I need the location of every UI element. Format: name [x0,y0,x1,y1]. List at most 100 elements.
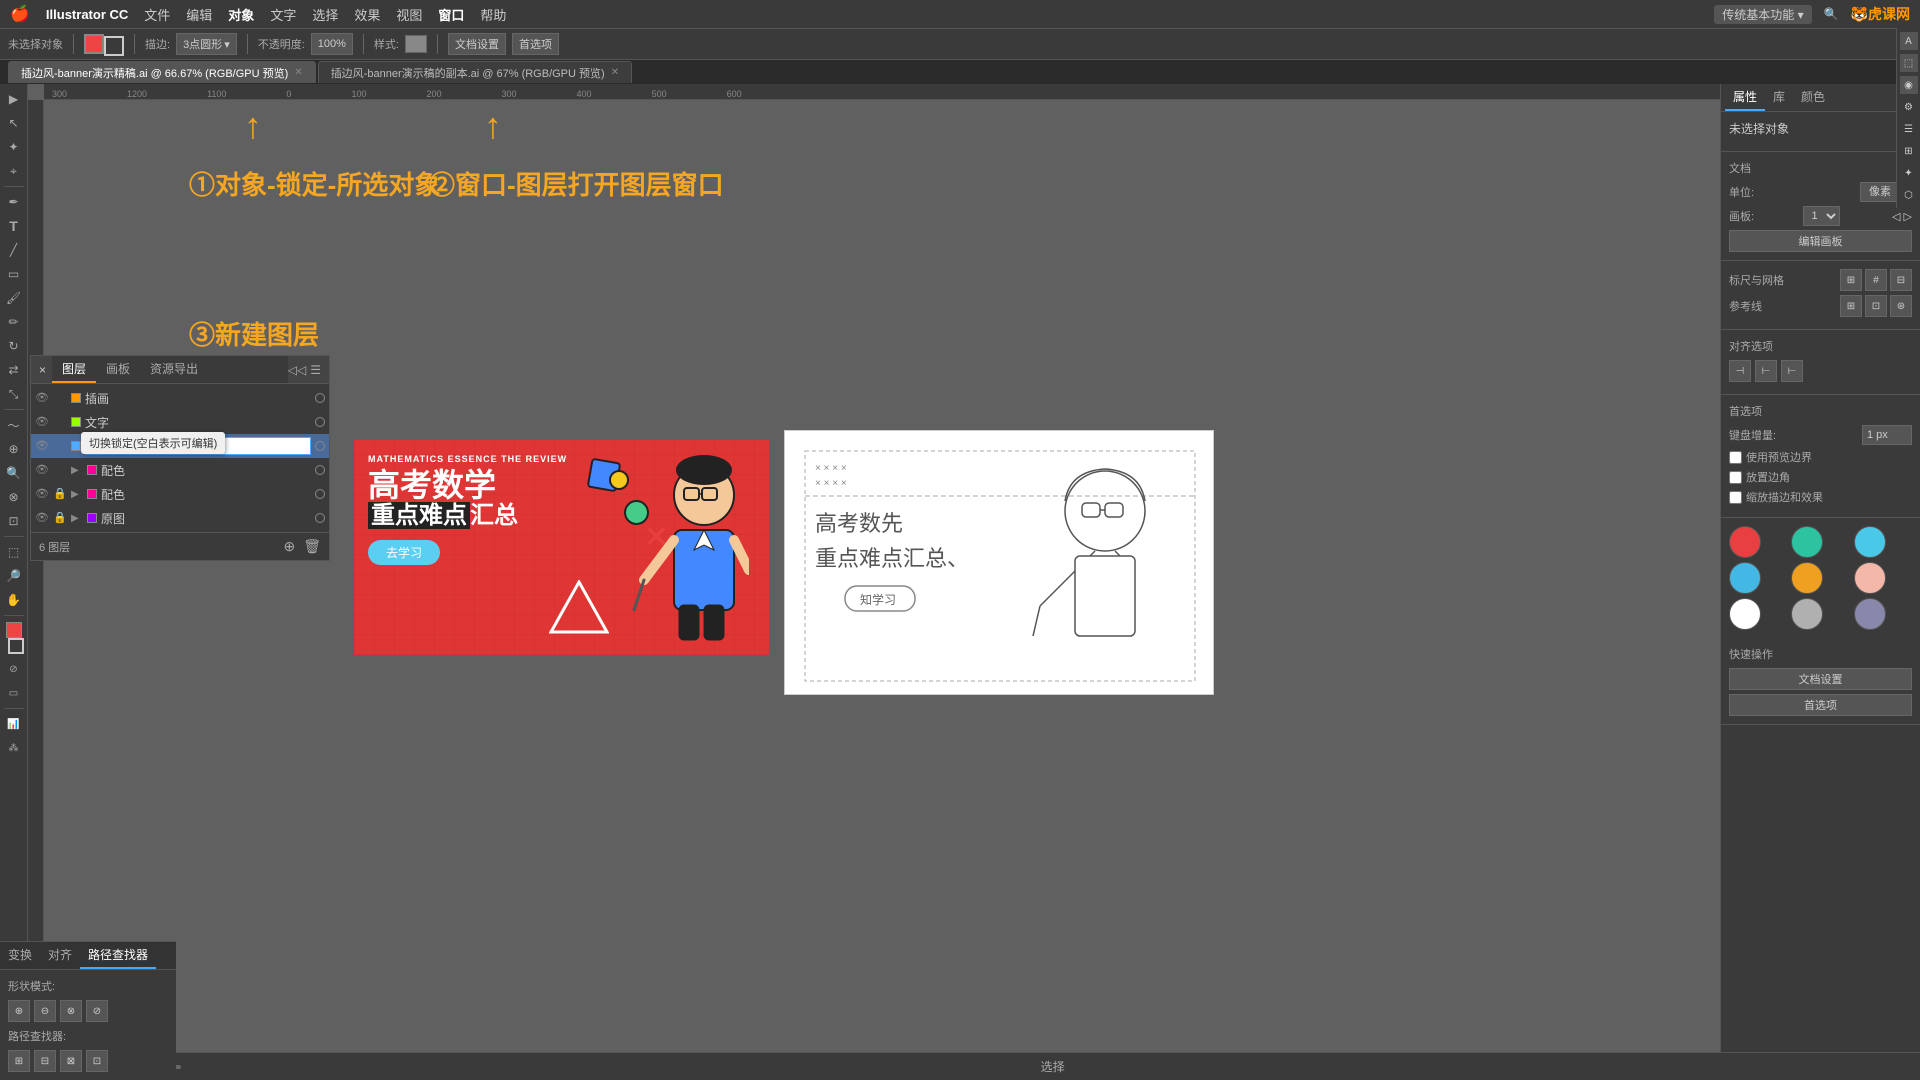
menu-text[interactable]: 文字 [270,5,296,24]
eye-original[interactable]: 👁 [35,511,49,525]
panel-icon-1[interactable]: A [1900,32,1918,50]
tab-file-2[interactable]: 插边风-banner演示稿的副本.ai @ 67% (RGB/GPU 预览) ✕ [318,61,632,83]
canvas-content[interactable]: ①对象-锁定-所选对象 ②窗口-图层打开图层窗口 ↑ ↑ ③新建图层 ↙ MAT… [44,100,1720,1052]
quick-doc-settings-btn[interactable]: 文档设置 [1729,668,1912,690]
warp-tool[interactable]: 〜 [3,414,25,436]
eye-text[interactable]: 👁 [35,415,49,429]
align-tab[interactable]: 对齐 [40,942,80,969]
new-layer-btn[interactable]: ⊕ [283,538,295,555]
pf-btn3[interactable]: ⊠ [60,1050,82,1072]
tab-1-close[interactable]: ✕ [294,67,302,78]
swatch-peach[interactable] [1854,562,1886,594]
lock-illustration[interactable] [53,391,67,405]
layer-circle-peise2[interactable] [315,489,325,499]
menu-object[interactable]: 对象 [228,5,254,24]
width-tool[interactable]: ⊕ [3,438,25,460]
layer-row-peise2[interactable]: 👁 🔒 ▶ 配色 [31,482,329,506]
panel-icon-5[interactable]: ☰ [1900,120,1918,138]
exclude-btn[interactable]: ⊘ [86,1000,108,1022]
quick-preferences-btn[interactable]: 首选项 [1729,694,1912,716]
screen-mode[interactable]: ▭ [3,682,25,704]
menu-window[interactable]: 窗口 [438,5,464,24]
menu-effect[interactable]: 效果 [354,5,380,24]
magic-wand-tool[interactable]: ✦ [3,136,25,158]
lock-editing[interactable] [53,439,67,453]
preferences-btn[interactable]: 首选项 [512,33,559,55]
tab-file-1[interactable]: 插边风-banner演示精稿.ai @ 66.67% (RGB/GPU 预览) … [8,61,316,83]
menu-select[interactable]: 选择 [312,5,338,24]
direct-select-tool[interactable]: ↖ [3,112,25,134]
panel-icon-7[interactable]: ✦ [1900,164,1918,182]
expand-peise1[interactable]: ▶ [71,465,83,476]
doc-settings-btn[interactable]: 文档设置 [448,33,506,55]
menu-view[interactable]: 视图 [396,5,422,24]
lock-peise2[interactable]: 🔒 [53,487,67,501]
layer-row-illustration[interactable]: 👁 插画 [31,386,329,410]
keyboard-increment-input[interactable] [1862,425,1912,445]
eye-editing[interactable]: 👁 [35,439,49,453]
layer-row-original[interactable]: 👁 🔒 ▶ 原图 [31,506,329,530]
layer-circle-peise1[interactable] [315,465,325,475]
zoom-tool[interactable]: 🔎 [3,565,25,587]
swatch-gray[interactable] [1791,598,1823,630]
layer-circle-original[interactable] [315,513,325,523]
slice-tool[interactable]: ⊡ [3,510,25,532]
banner-learn-btn[interactable]: 去学习 [368,540,440,565]
round-checkbox[interactable] [1729,471,1742,484]
transform-tab[interactable]: 变换 [0,942,40,969]
layer-circle-editing[interactable] [315,441,325,451]
panel-collapse[interactable]: ◁◁ [288,363,306,377]
swatch-blue[interactable] [1854,526,1886,558]
layer-row-text[interactable]: 👁 文字 [31,410,329,434]
align-center-h[interactable]: ⊢ [1755,360,1777,382]
layer-row-peise1[interactable]: 👁 ▶ 配色 [31,458,329,482]
align-left[interactable]: ⊣ [1729,360,1751,382]
menu-help[interactable]: 帮助 [480,5,506,24]
eyedropper-tool[interactable]: 🔍 [3,462,25,484]
pen-tool[interactable]: ✒ [3,191,25,213]
rp-tab-color[interactable]: 颜色 [1793,84,1833,111]
stroke-color-swatch[interactable] [8,638,24,654]
pathfinder-tab[interactable]: 路径查找器 [80,942,156,969]
rp-tab-properties[interactable]: 属性 [1725,84,1765,111]
layer-circle-text[interactable] [315,417,325,427]
color-mode-none[interactable]: ⊘ [3,658,25,680]
shape-tool[interactable]: ▭ [3,263,25,285]
pf-btn1[interactable]: ⊞ [8,1050,30,1072]
eye-peise2[interactable]: 👁 [35,487,49,501]
lp-tab-export[interactable]: 资源导出 [140,356,208,383]
stroke-color-btn[interactable] [104,36,124,56]
swatch-red[interactable] [1729,526,1761,558]
minus-btn[interactable]: ⊖ [34,1000,56,1022]
line-tool[interactable]: ╱ [3,239,25,261]
rp-tab-library[interactable]: 库 [1765,84,1793,111]
fill-color-btn[interactable] [84,34,104,54]
opacity-input[interactable]: 100% [311,33,353,55]
search-icon[interactable]: 🔍 [1824,7,1839,21]
tab-2-close[interactable]: ✕ [611,67,619,78]
swatch-purple[interactable] [1854,598,1886,630]
layer-circle-illustration[interactable] [315,393,325,403]
artboard-tool[interactable]: ⬚ [3,541,25,563]
hand-tool[interactable]: ✋ [3,589,25,611]
artboard-arrows[interactable]: ◁ ▷ [1892,210,1912,223]
pf-btn2[interactable]: ⊟ [34,1050,56,1072]
panel-icon-3[interactable]: ◉ [1900,76,1918,94]
snap-checkbox[interactable] [1729,451,1742,464]
guide-icon-3[interactable]: ⊛ [1890,295,1912,317]
panel-icon-2[interactable]: ⬚ [1900,54,1918,72]
panel-icon-6[interactable]: ⊞ [1900,142,1918,160]
rotate-tool[interactable]: ↻ [3,335,25,357]
panel-icon-4[interactable]: ⚙ [1900,98,1918,116]
panel-menu[interactable]: ☰ [310,363,321,377]
unite-btn[interactable]: ⊕ [8,1000,30,1022]
swatch-green[interactable] [1791,526,1823,558]
reflect-tool[interactable]: ⇄ [3,359,25,381]
lasso-tool[interactable]: ⌖ [3,160,25,182]
fill-color-swatch[interactable] [6,622,22,638]
lock-peise1[interactable] [53,463,67,477]
swatch-orange[interactable] [1791,562,1823,594]
canvas-area[interactable]: 300120011000100200300400500600 ①对象-锁定-所选… [28,84,1720,1052]
intersect-btn[interactable]: ⊗ [60,1000,82,1022]
menu-edit[interactable]: 编辑 [186,5,212,24]
